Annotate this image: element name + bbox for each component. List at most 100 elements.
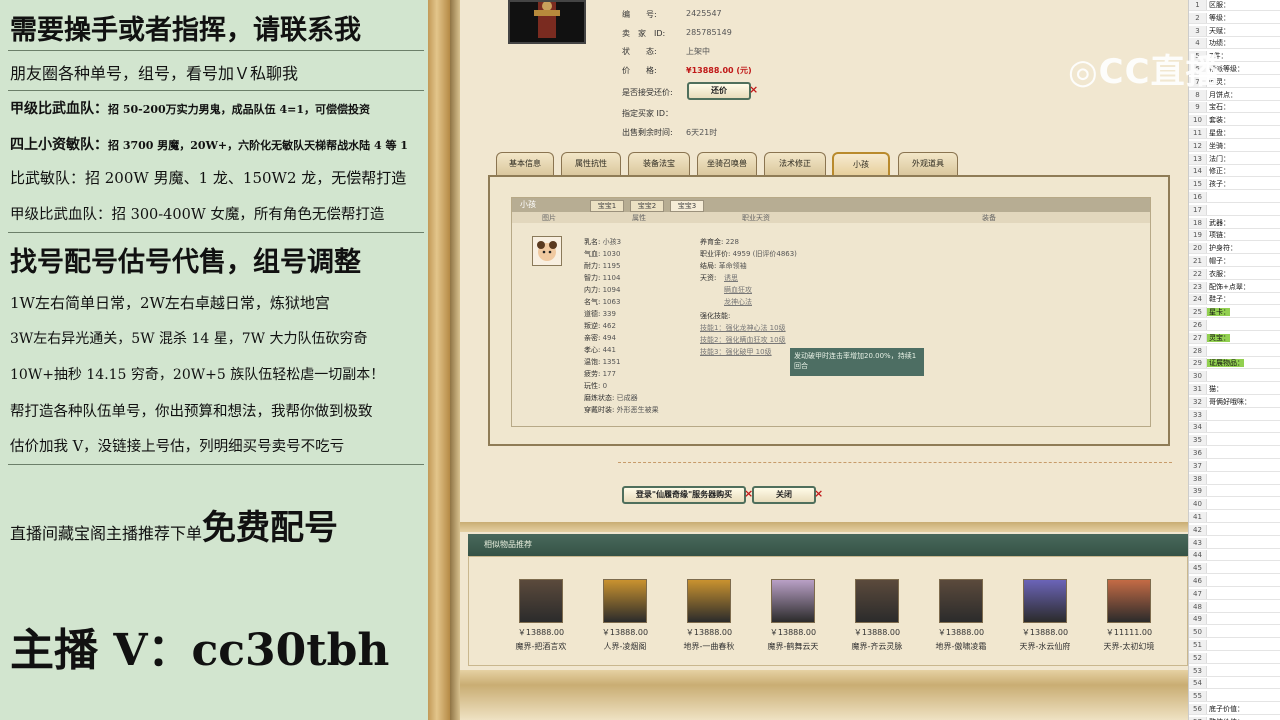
skill-link[interactable]: 技能2：强化瞒血狂攻 10级 <box>700 335 786 345</box>
tab-equipment[interactable]: 装备法宝 <box>628 152 690 176</box>
sheet-row[interactable]: 29 证展物品： <box>1189 358 1280 370</box>
tab-spell-mods[interactable]: 法术修正 <box>764 152 826 176</box>
talent-link[interactable]: 龙神心法 <box>724 297 752 307</box>
subtab-baby-1[interactable]: 宝宝1 <box>590 200 624 212</box>
sheet-cell[interactable] <box>1207 462 1209 470</box>
sheet-cell[interactable] <box>1207 679 1209 687</box>
sheet-row[interactable]: 35 <box>1189 435 1280 447</box>
sheet-row[interactable]: 15 孩子： <box>1189 179 1280 191</box>
sheet-cell[interactable]: 配饰+点翠： <box>1207 283 1250 291</box>
sheet-row[interactable]: 23 配饰+点翠： <box>1189 281 1280 293</box>
sheet-cell[interactable]: 灵宝： <box>1207 333 1230 342</box>
sheet-cell[interactable]: 底子价值： <box>1207 705 1244 713</box>
recommend-avatar[interactable] <box>1107 579 1151 623</box>
recommend-avatar[interactable] <box>687 579 731 623</box>
sheet-cell[interactable]: 套装： <box>1207 116 1230 124</box>
sheet-row[interactable]: 10 套装： <box>1189 115 1280 127</box>
sheet-cell[interactable] <box>1207 654 1209 662</box>
sheet-row[interactable]: 21 帽子： <box>1189 256 1280 267</box>
sheet-row[interactable]: 32 哥俩好哦咪： <box>1189 396 1280 408</box>
sheet-cell[interactable]: 衣服： <box>1207 270 1230 278</box>
sheet-cell[interactable] <box>1207 321 1209 329</box>
close-button[interactable]: 关闭 <box>752 486 816 504</box>
sheet-row[interactable]: 52 <box>1189 652 1280 664</box>
sheet-cell[interactable]: 哥俩好哦咪： <box>1207 398 1251 406</box>
sheet-row[interactable]: 34 <box>1189 422 1280 434</box>
sheet-cell[interactable] <box>1207 692 1209 700</box>
sheet-cell[interactable] <box>1207 526 1209 534</box>
sheet-cell[interactable]: 星盘： <box>1207 129 1230 137</box>
sheet-cell[interactable]: 证展物品： <box>1207 359 1244 368</box>
sheet-row[interactable]: 42 <box>1189 524 1280 536</box>
sheet-cell[interactable] <box>1207 500 1209 508</box>
sheet-cell[interactable] <box>1207 667 1209 675</box>
sheet-row[interactable]: 1 区服： <box>1189 0 1280 11</box>
sheet-cell[interactable] <box>1207 603 1209 611</box>
bargain-button[interactable]: 还价 <box>687 82 751 100</box>
sheet-cell[interactable]: 法门： <box>1207 155 1230 163</box>
sheet-cell[interactable]: 星卡： <box>1207 308 1230 317</box>
sheet-row[interactable]: 3 天赋： <box>1189 25 1280 37</box>
sheet-row[interactable]: 2 等级： <box>1189 12 1280 24</box>
sheet-row[interactable]: 20 护身符： <box>1189 243 1280 255</box>
skill-link[interactable]: 技能3：强化破甲 10级 <box>700 347 772 357</box>
recommend-item[interactable]: ￥13888.00 魔界-把酒言欢 <box>501 579 581 652</box>
tab-basic-info[interactable]: 基本信息 <box>496 152 554 176</box>
sheet-row[interactable]: 12 坐骑： <box>1189 140 1280 152</box>
sheet-cell[interactable] <box>1207 539 1209 547</box>
sheet-cell[interactable]: 坐骑： <box>1207 142 1230 150</box>
sheet-cell[interactable] <box>1207 628 1209 636</box>
sheet-row[interactable]: 46 <box>1189 576 1280 587</box>
sheet-cell[interactable]: 等级： <box>1207 14 1230 22</box>
sheet-row[interactable]: 56 底子价值： <box>1189 704 1280 715</box>
recommend-avatar[interactable] <box>855 579 899 623</box>
sheet-row[interactable]: 50 <box>1189 627 1280 639</box>
sheet-row[interactable]: 30 <box>1189 371 1280 383</box>
sheet-row[interactable]: 33 <box>1189 409 1280 421</box>
tab-mounts-pets[interactable]: 坐骑召唤兽 <box>697 152 757 176</box>
sheet-row[interactable]: 37 <box>1189 460 1280 472</box>
sheet-cell[interactable] <box>1207 411 1209 419</box>
sheet-cell[interactable] <box>1207 475 1209 483</box>
sheet-cell[interactable] <box>1207 423 1209 431</box>
sheet-cell[interactable]: 区服： <box>1207 1 1230 9</box>
sheet-row[interactable]: 27 灵宝： <box>1189 332 1280 344</box>
sheet-cell[interactable] <box>1207 436 1209 444</box>
sheet-cell[interactable] <box>1207 347 1209 355</box>
sheet-row[interactable]: 43 <box>1189 537 1280 549</box>
sheet-cell[interactable] <box>1207 372 1209 380</box>
sheet-cell[interactable] <box>1207 449 1209 457</box>
sheet-cell[interactable]: 天赋： <box>1207 27 1230 35</box>
recommend-avatar[interactable] <box>519 579 563 623</box>
recommend-name[interactable]: 地界-一曲春秋 <box>669 641 749 652</box>
recommend-item[interactable]: ￥11111.00 天界-太初幻境 <box>1089 579 1169 652</box>
sheet-cell[interactable] <box>1207 590 1209 598</box>
recommend-item[interactable]: ￥13888.00 魔界-齐云灵脉 <box>837 579 917 652</box>
sheet-row[interactable]: 39 <box>1189 486 1280 498</box>
sheet-row[interactable]: 48 <box>1189 601 1280 613</box>
sheet-cell[interactable]: 修正： <box>1207 167 1230 175</box>
sheet-row[interactable]: 44 <box>1189 550 1280 562</box>
sheet-row[interactable]: 13 法门： <box>1189 153 1280 165</box>
sheet-cell[interactable]: 宝石： <box>1207 103 1230 111</box>
sheet-row[interactable]: 22 衣服： <box>1189 268 1280 280</box>
sheet-cell[interactable] <box>1207 577 1209 585</box>
tab-child[interactable]: 小孩 <box>832 152 890 176</box>
subtab-baby-3[interactable]: 宝宝3 <box>670 200 704 212</box>
sheet-row[interactable]: 14 修正： <box>1189 166 1280 178</box>
recommend-item[interactable]: ￥13888.00 人界-凌烟阁 <box>585 579 665 652</box>
sheet-cell[interactable] <box>1207 551 1209 559</box>
sheet-cell[interactable] <box>1207 564 1209 572</box>
sheet-cell[interactable]: 帽子： <box>1207 257 1230 265</box>
sheet-row[interactable]: 54 <box>1189 678 1280 690</box>
sheet-row[interactable]: 31 猫： <box>1189 384 1280 395</box>
sheet-cell[interactable]: 项链： <box>1207 231 1230 239</box>
sheet-row[interactable]: 18 武器： <box>1189 217 1280 229</box>
sheet-row[interactable]: 47 <box>1189 588 1280 600</box>
sheet-cell[interactable] <box>1207 641 1209 649</box>
sheet-row[interactable]: 19 项链： <box>1189 230 1280 242</box>
subtab-baby-2[interactable]: 宝宝2 <box>630 200 664 212</box>
sheet-row[interactable]: 45 <box>1189 563 1280 575</box>
login-server-buy-button[interactable]: 登录"仙履奇缘"服务器购买 <box>622 486 746 504</box>
sheet-row[interactable]: 55 <box>1189 691 1280 703</box>
